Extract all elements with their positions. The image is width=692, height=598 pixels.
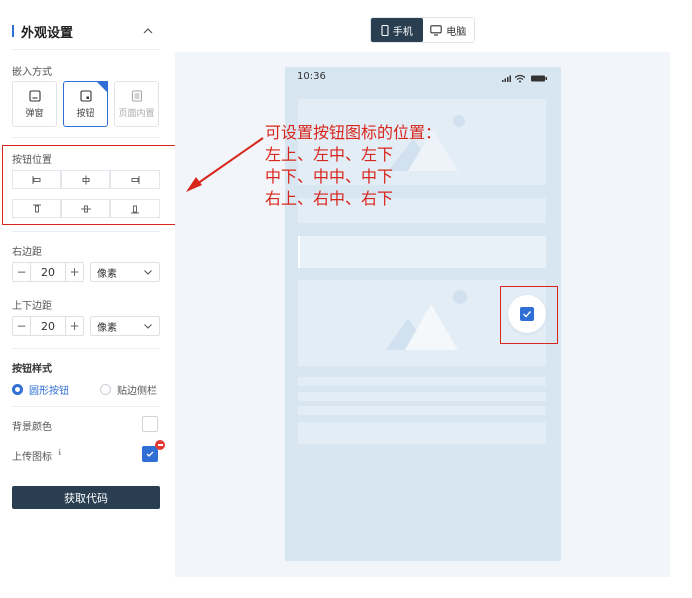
divider — [12, 49, 160, 50]
text-line-placeholder — [298, 392, 546, 401]
remove-icon[interactable] — [155, 440, 165, 450]
chevron-down-icon — [144, 270, 152, 275]
background-color-swatch[interactable] — [142, 416, 158, 432]
embed-mode-label: 嵌入方式 — [12, 67, 52, 78]
upload-icon-label: 上传图标 — [12, 452, 52, 463]
toggle-phone-label: 手机 — [392, 26, 413, 38]
panel-title: 外观设置 — [21, 25, 74, 41]
toggle-desktop-label: 电脑 — [446, 26, 467, 38]
embed-mode-label-button: 按钮 — [76, 108, 95, 119]
radio-dot[interactable] — [100, 384, 111, 395]
chevron-up-icon[interactable] — [142, 25, 154, 37]
settings-panel: 外观设置 嵌入方式 弹窗 按钮 页面内置 按钮位置 右边距 − 20 + 像素 … — [0, 0, 172, 598]
divider — [12, 137, 160, 138]
toggle-phone[interactable]: 手机 — [371, 18, 423, 42]
header-accent-bar — [12, 25, 14, 37]
decrement-button[interactable]: − — [13, 317, 31, 335]
selected-corner-mark — [96, 81, 108, 93]
decrement-button[interactable]: − — [13, 263, 31, 281]
right-margin-label: 右边距 — [12, 247, 42, 258]
checkmark-icon — [146, 451, 154, 457]
text-placeholder — [298, 422, 546, 444]
vertical-margin-label: 上下边距 — [12, 301, 52, 312]
background-color-label: 背景颜色 — [12, 422, 52, 433]
annotation-text: 可设置按钮图标的位置： 左上、左中、左下 中下、中中、中下 右上、右中、右下 — [265, 122, 441, 210]
increment-button[interactable]: + — [65, 317, 83, 335]
monitor-icon — [430, 24, 442, 36]
divider — [12, 406, 160, 407]
toggle-desktop[interactable]: 电脑 — [423, 18, 475, 42]
embed-mode-button[interactable]: 按钮 — [63, 81, 108, 127]
radio-side-bar[interactable]: 贴边侧栏 — [100, 382, 157, 397]
radio-label: 贴边侧栏 — [117, 386, 157, 397]
radio-round-button[interactable]: 圆形按钮 — [12, 382, 69, 397]
button-icon — [79, 89, 92, 102]
divider — [12, 231, 160, 232]
device-toggle: 手机 电脑 — [370, 17, 475, 43]
text-line-placeholder — [298, 377, 546, 386]
annotation-line: 可设置按钮图标的位置： — [265, 123, 442, 142]
popup-icon — [28, 89, 41, 102]
input-placeholder — [298, 236, 546, 268]
status-time: 10:36 — [297, 71, 326, 82]
vertical-margin-value[interactable]: 20 — [31, 317, 65, 335]
increment-button[interactable]: + — [65, 263, 83, 281]
vertical-margin-unit: 像素 — [97, 322, 117, 334]
divider — [12, 348, 160, 349]
help-icon[interactable]: ℹ — [58, 448, 61, 457]
position-highlight-box — [2, 145, 180, 225]
right-margin-stepper[interactable]: − 20 + — [12, 262, 84, 282]
right-margin-value[interactable]: 20 — [31, 263, 65, 281]
panel-header[interactable]: 外观设置 — [12, 20, 160, 42]
vertical-margin-unit-select[interactable]: 像素 — [90, 316, 160, 336]
annotation-line: 中下、中中、中下 — [265, 167, 394, 186]
phone-icon — [381, 24, 389, 36]
annotation-line: 右上、右中、右下 — [265, 189, 394, 208]
embed-mode-popup[interactable]: 弹窗 — [12, 81, 57, 127]
radio-label: 圆形按钮 — [29, 386, 69, 397]
annotation-arrow — [186, 137, 264, 192]
page-embed-icon — [131, 89, 142, 102]
radio-dot[interactable] — [12, 384, 23, 395]
chevron-down-icon — [144, 324, 152, 329]
right-margin-unit: 像素 — [97, 268, 117, 280]
button-style-label: 按钮样式 — [12, 364, 52, 375]
right-margin-unit-select[interactable]: 像素 — [90, 262, 160, 282]
embed-mode-label-popup: 弹窗 — [25, 108, 44, 119]
annotation-line: 左上、左中、左下 — [265, 145, 394, 164]
embed-mode-page[interactable]: 页面内置 — [114, 81, 159, 127]
get-code-button[interactable]: 获取代码 — [12, 486, 160, 509]
vertical-margin-stepper[interactable]: − 20 + — [12, 316, 84, 336]
text-line-placeholder — [298, 406, 546, 415]
float-button-highlight-box — [500, 286, 558, 344]
embed-mode-label-page: 页面内置 — [118, 108, 155, 119]
status-icons — [502, 74, 547, 83]
